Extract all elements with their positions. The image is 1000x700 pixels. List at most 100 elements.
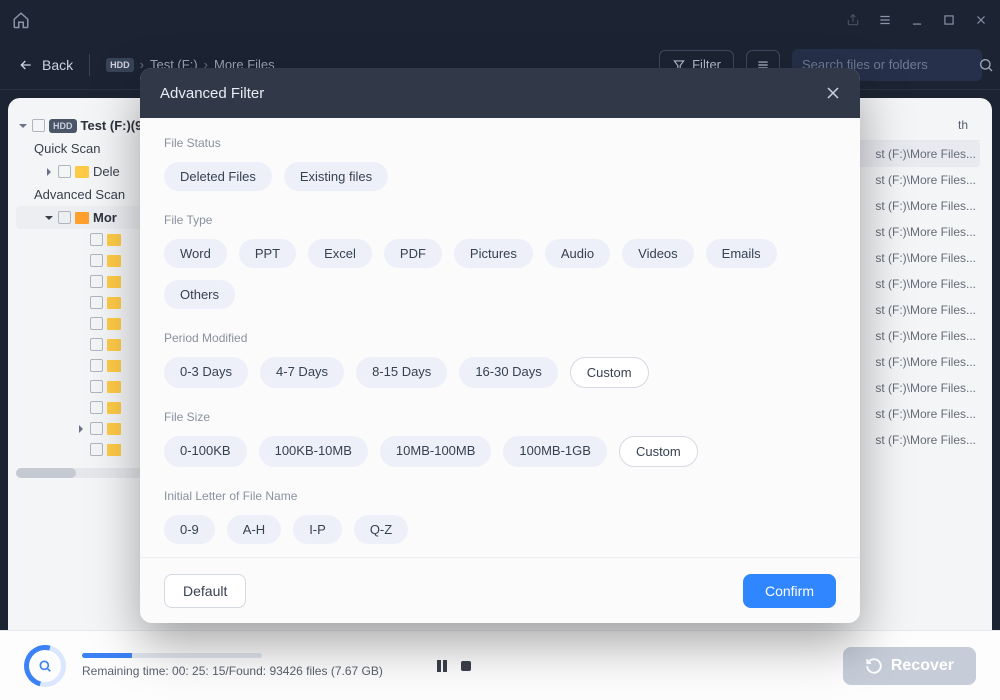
maximize-icon[interactable] (942, 13, 956, 27)
row-path: st (F:)\More Files... (875, 199, 976, 213)
checkbox[interactable] (90, 254, 103, 267)
filter-chip[interactable]: Emails (706, 239, 777, 268)
filter-chip[interactable]: Word (164, 239, 227, 268)
checkbox[interactable] (90, 401, 103, 414)
chevron-right-icon[interactable] (44, 167, 54, 177)
drive-icon: HDD (49, 119, 77, 133)
checkbox[interactable] (90, 443, 103, 456)
filter-chip[interactable]: 0-3 Days (164, 357, 248, 388)
sidebar-scrollbar[interactable] (16, 468, 154, 478)
modal-header: Advanced Filter (140, 68, 860, 118)
progress-bar (82, 653, 262, 658)
filter-chip[interactable]: Existing files (284, 162, 388, 191)
checkbox[interactable] (90, 233, 103, 246)
recover-button[interactable]: Recover (843, 647, 976, 685)
chevron-down-icon[interactable] (44, 213, 54, 223)
tree-subitem[interactable] (16, 292, 154, 313)
filter-chip[interactable]: 4-7 Days (260, 357, 344, 388)
col-path: th (958, 118, 968, 132)
filter-chip[interactable]: 0-100KB (164, 436, 247, 467)
scrollbar-thumb[interactable] (16, 468, 76, 478)
caret-placeholder (76, 298, 86, 308)
filter-chip[interactable]: Audio (545, 239, 610, 268)
filter-chip[interactable]: Q-Z (354, 515, 408, 544)
filter-chip[interactable]: 100MB-1GB (503, 436, 607, 467)
chevron-down-icon[interactable] (18, 121, 28, 131)
checkbox[interactable] (90, 275, 103, 288)
tree-subitem[interactable] (16, 271, 154, 292)
group-file-status: File Status Deleted FilesExisting files (164, 136, 836, 191)
checkbox[interactable] (58, 211, 71, 224)
folder-icon (107, 276, 121, 288)
bottom-bar: Remaining time: 00: 25: 15/Found: 93426 … (0, 630, 1000, 700)
tree-item-more[interactable]: Mor (16, 206, 154, 229)
recover-label: Recover (891, 657, 954, 675)
close-icon[interactable] (826, 86, 840, 100)
filter-chip[interactable]: PPT (239, 239, 296, 268)
filter-chip[interactable]: Pictures (454, 239, 533, 268)
stop-button[interactable] (459, 659, 473, 673)
search-icon[interactable] (978, 57, 994, 73)
checkbox[interactable] (90, 296, 103, 309)
close-window-icon[interactable] (974, 13, 988, 27)
checkbox[interactable] (90, 422, 103, 435)
filter-chip[interactable]: 8-15 Days (356, 357, 447, 388)
modal-footer: Default Confirm (140, 557, 860, 623)
filter-chip[interactable]: A-H (227, 515, 281, 544)
confirm-button[interactable]: Confirm (743, 574, 836, 608)
filter-chip[interactable]: Deleted Files (164, 162, 272, 191)
filter-chip[interactable]: 10MB-100MB (380, 436, 491, 467)
home-icon[interactable] (12, 11, 30, 29)
row-path: st (F:)\More Files... (875, 303, 976, 317)
folder-icon (107, 318, 121, 330)
checkbox[interactable] (90, 359, 103, 372)
folder-icon (107, 360, 121, 372)
filter-chip[interactable]: I-P (293, 515, 342, 544)
folder-icon (107, 402, 121, 414)
filter-chip-custom[interactable]: Custom (570, 357, 649, 388)
chevron-right-icon[interactable] (76, 424, 86, 434)
search-icon (37, 658, 53, 674)
tree-subitem[interactable] (16, 376, 154, 397)
back-button[interactable]: Back (18, 57, 73, 73)
checkbox[interactable] (90, 317, 103, 330)
filter-chip[interactable]: Others (164, 280, 235, 309)
default-button[interactable]: Default (164, 574, 246, 608)
filter-chip[interactable]: 16-30 Days (459, 357, 557, 388)
tree-subitem[interactable] (16, 229, 154, 250)
menu-icon[interactable] (878, 13, 892, 27)
row-path: st (F:)\More Files... (875, 225, 976, 239)
caret-placeholder (76, 361, 86, 371)
tree-subitem[interactable] (16, 313, 154, 334)
tree-subitem[interactable] (16, 397, 154, 418)
tree-subitem[interactable] (16, 355, 154, 376)
tree-subitem[interactable] (16, 334, 154, 355)
tree-item-deleted[interactable]: Dele (16, 160, 154, 183)
filter-chip[interactable]: Videos (622, 239, 694, 268)
tree-root[interactable]: HDD Test (F:)(93 (16, 114, 154, 137)
minimize-icon[interactable] (910, 13, 924, 27)
tree-section-advanced: Advanced Scan (16, 183, 154, 206)
pause-button[interactable] (435, 659, 449, 673)
tree-subitem[interactable] (16, 250, 154, 271)
filter-chip[interactable]: 100KB-10MB (259, 436, 368, 467)
caret-placeholder (76, 235, 86, 245)
checkbox[interactable] (58, 165, 71, 178)
checkbox[interactable] (90, 380, 103, 393)
tree-subitem[interactable] (16, 439, 154, 460)
checkbox[interactable] (90, 338, 103, 351)
tree-subitem[interactable] (16, 418, 154, 439)
titlebar (0, 0, 1000, 40)
chevron-right-icon: › (140, 57, 144, 72)
row-path: st (F:)\More Files... (875, 173, 976, 187)
filter-chip-custom[interactable]: Custom (619, 436, 698, 467)
folder-icon (107, 234, 121, 246)
filter-chip[interactable]: Excel (308, 239, 372, 268)
folder-icon (107, 255, 121, 267)
checkbox[interactable] (32, 119, 45, 132)
modal-title: Advanced Filter (160, 85, 264, 102)
share-icon[interactable] (846, 13, 860, 27)
sidebar-tree: HDD Test (F:)(93 Quick Scan Dele Advance… (8, 106, 158, 630)
filter-chip[interactable]: PDF (384, 239, 442, 268)
filter-chip[interactable]: 0-9 (164, 515, 215, 544)
